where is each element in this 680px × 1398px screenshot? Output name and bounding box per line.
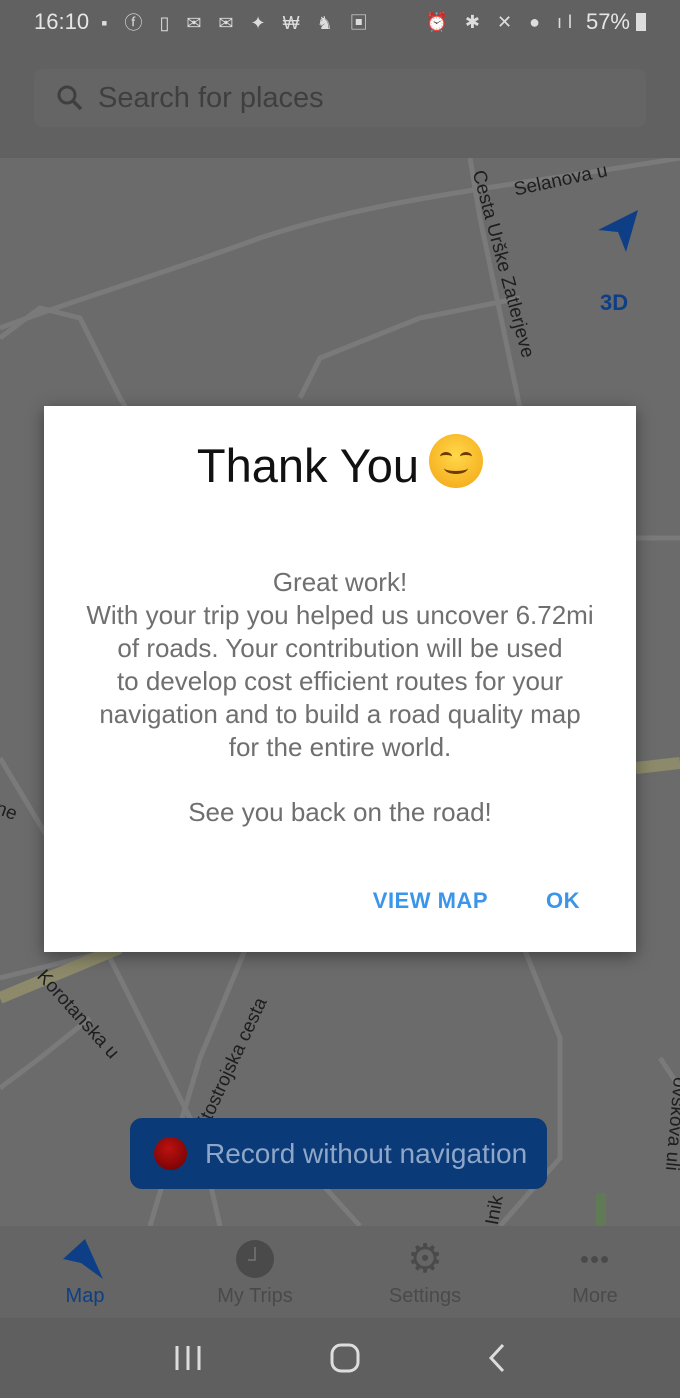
- dialog-message: Great work! With your trip you helped us…: [64, 566, 616, 829]
- tab-my-trips[interactable]: My Trips: [170, 1226, 340, 1318]
- view-map-button[interactable]: VIEW MAP: [373, 888, 488, 914]
- status-bar: 16:10 ▪ ⓕ ▯ ✉ ✉ ✦ ₩ ♞ ▣ ⏰ ✱ ✕ ● ıl 57%: [0, 0, 680, 44]
- tab-label: My Trips: [217, 1285, 293, 1307]
- navigation-arrow-icon: [63, 1239, 107, 1279]
- message-line: of roads. Your contribution will be used: [117, 633, 563, 663]
- tab-label: Settings: [388, 1285, 462, 1307]
- home-icon[interactable]: [329, 1342, 361, 1374]
- clock-icon: [235, 1239, 275, 1279]
- message-closing: See you back on the road!: [188, 797, 492, 827]
- system-navigation-bar: [0, 1318, 680, 1398]
- ok-button[interactable]: OK: [546, 888, 580, 914]
- message-line: Great work!: [272, 567, 408, 597]
- thank-you-dialog: Thank You Great work! With your trip you…: [44, 406, 636, 952]
- dialog-title-text: Thank You: [196, 439, 420, 492]
- record-without-navigation-button[interactable]: Record without navigation: [130, 1118, 547, 1189]
- system-icons: ⏰ ✱ ✕ ● ıl: [425, 11, 578, 32]
- message-line: to develop cost efficient routes for you…: [116, 666, 564, 696]
- message-line: With your trip you helped us uncover 6.7…: [86, 600, 594, 630]
- notification-icons: ▪ ⓕ ▯ ✉ ✉ ✦ ₩ ♞ ▣: [101, 13, 374, 33]
- status-time: 16:10: [34, 9, 90, 34]
- search-icon: [57, 85, 83, 111]
- back-icon[interactable]: [487, 1342, 507, 1374]
- search-placeholder: Search for places: [98, 81, 324, 114]
- battery-level: 57%: [585, 9, 630, 34]
- record-label: Record without navigation: [205, 1137, 528, 1169]
- record-icon: [154, 1137, 187, 1170]
- tab-map[interactable]: Map: [0, 1226, 170, 1318]
- dialog-actions: VIEW MAP OK: [373, 888, 580, 914]
- message-line: navigation and to build a road quality m…: [99, 699, 581, 729]
- smiling-face-icon: [429, 434, 484, 488]
- bottom-navigation: Map My Trips ⚙ Settings ••• More: [0, 1226, 680, 1318]
- search-input[interactable]: Search for places: [34, 69, 646, 127]
- dialog-title: Thank You: [44, 434, 636, 493]
- recent-apps-icon[interactable]: [173, 1344, 203, 1372]
- gear-icon: ⚙: [407, 1237, 443, 1281]
- tab-label: More: [572, 1285, 618, 1307]
- tab-label: Map: [65, 1285, 105, 1307]
- 3d-toggle-button[interactable]: 3D: [600, 290, 628, 316]
- more-dots-icon: •••: [579, 1243, 611, 1274]
- message-line: for the entire world.: [228, 732, 452, 762]
- battery-icon: [636, 13, 646, 31]
- tab-more[interactable]: ••• More: [510, 1226, 680, 1318]
- tab-settings[interactable]: ⚙ Settings: [340, 1226, 510, 1318]
- location-arrow-icon[interactable]: [596, 208, 640, 254]
- search-area: Search for places: [0, 44, 680, 158]
